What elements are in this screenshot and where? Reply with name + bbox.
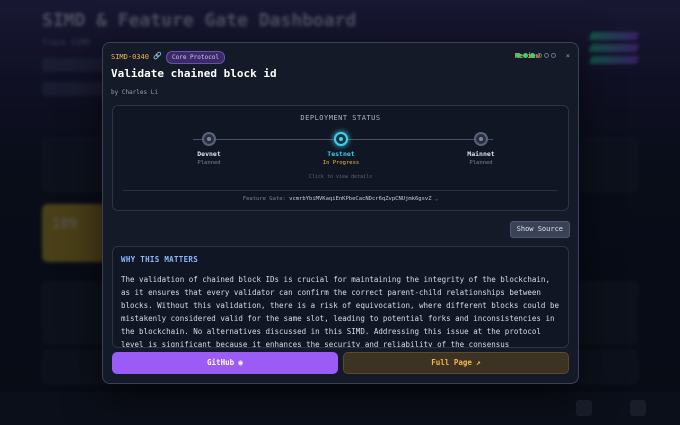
click-hint: Click to view details: [308, 174, 373, 180]
modal-title: Validate chained block id: [111, 67, 277, 80]
stage-node-icon: [474, 132, 488, 146]
github-button-label: GitHub: [207, 358, 235, 367]
stage-name: Mainnet: [467, 150, 495, 158]
stage-testnet[interactable]: Testnet In Progress: [301, 132, 381, 166]
stage-name: Devnet: [197, 150, 221, 158]
simd-id: SIMD-0340: [111, 53, 149, 61]
chevron-down-icon: ⌄: [434, 196, 439, 202]
full-page-button-label: Full Page: [431, 358, 472, 367]
feature-gate-value: vcmrbYbiMVKaqiEnKPbeCacNDcr6qZvpCNUjmk6g…: [289, 196, 432, 202]
github-icon: ◉: [238, 358, 243, 367]
progress-dot: [530, 53, 535, 58]
category-tag: Core Protocol: [166, 51, 225, 64]
stage-mainnet[interactable]: Mainnet Planned: [441, 132, 521, 166]
progress-dot: [516, 53, 521, 58]
progress-dots: [516, 53, 556, 58]
simd-detail-modal: SIMD-0340 🔗 Core Protocol Validate chain…: [102, 42, 579, 384]
why-this-matters-panel: WHY THIS MATTERS The validation of chain…: [112, 246, 569, 348]
stage-devnet[interactable]: Devnet Planned: [169, 132, 249, 166]
feature-gate-label: Feature Gate:: [242, 196, 286, 202]
github-button[interactable]: GitHub ◉: [112, 352, 338, 374]
progress-dot: [523, 53, 528, 58]
progress-dot: [544, 53, 549, 58]
stage-status: In Progress: [322, 160, 360, 166]
stage-status: Planned: [469, 160, 493, 166]
why-text: The validation of chained block IDs is c…: [121, 275, 559, 348]
stage-node-icon: [202, 132, 216, 146]
link-icon[interactable]: 🔗: [153, 52, 162, 60]
feature-gate[interactable]: Feature Gate: vcmrbYbiMVKaqiEnKPbeCacNDc…: [113, 196, 568, 202]
close-button[interactable]: ×: [566, 52, 570, 60]
stage-node-icon: [334, 132, 348, 146]
external-link-icon: ↗: [475, 358, 481, 367]
stage-status: Planned: [197, 160, 221, 166]
show-source-button[interactable]: Show Source: [509, 221, 570, 238]
progress-dot: [551, 53, 556, 58]
deployment-title: DEPLOYMENT STATUS: [300, 114, 381, 122]
divider: [123, 190, 558, 191]
author: by Charles Li: [111, 89, 158, 96]
modal-header: SIMD-0340 🔗 Core Protocol Validate chain…: [111, 51, 570, 96]
stage-name: Testnet: [327, 150, 355, 158]
deployment-status-panel: DEPLOYMENT STATUS Devnet Planned Testnet…: [112, 105, 569, 211]
why-title: WHY THIS MATTERS: [121, 255, 199, 264]
progress-dot: [537, 53, 542, 58]
full-page-button[interactable]: Full Page ↗: [343, 352, 569, 374]
